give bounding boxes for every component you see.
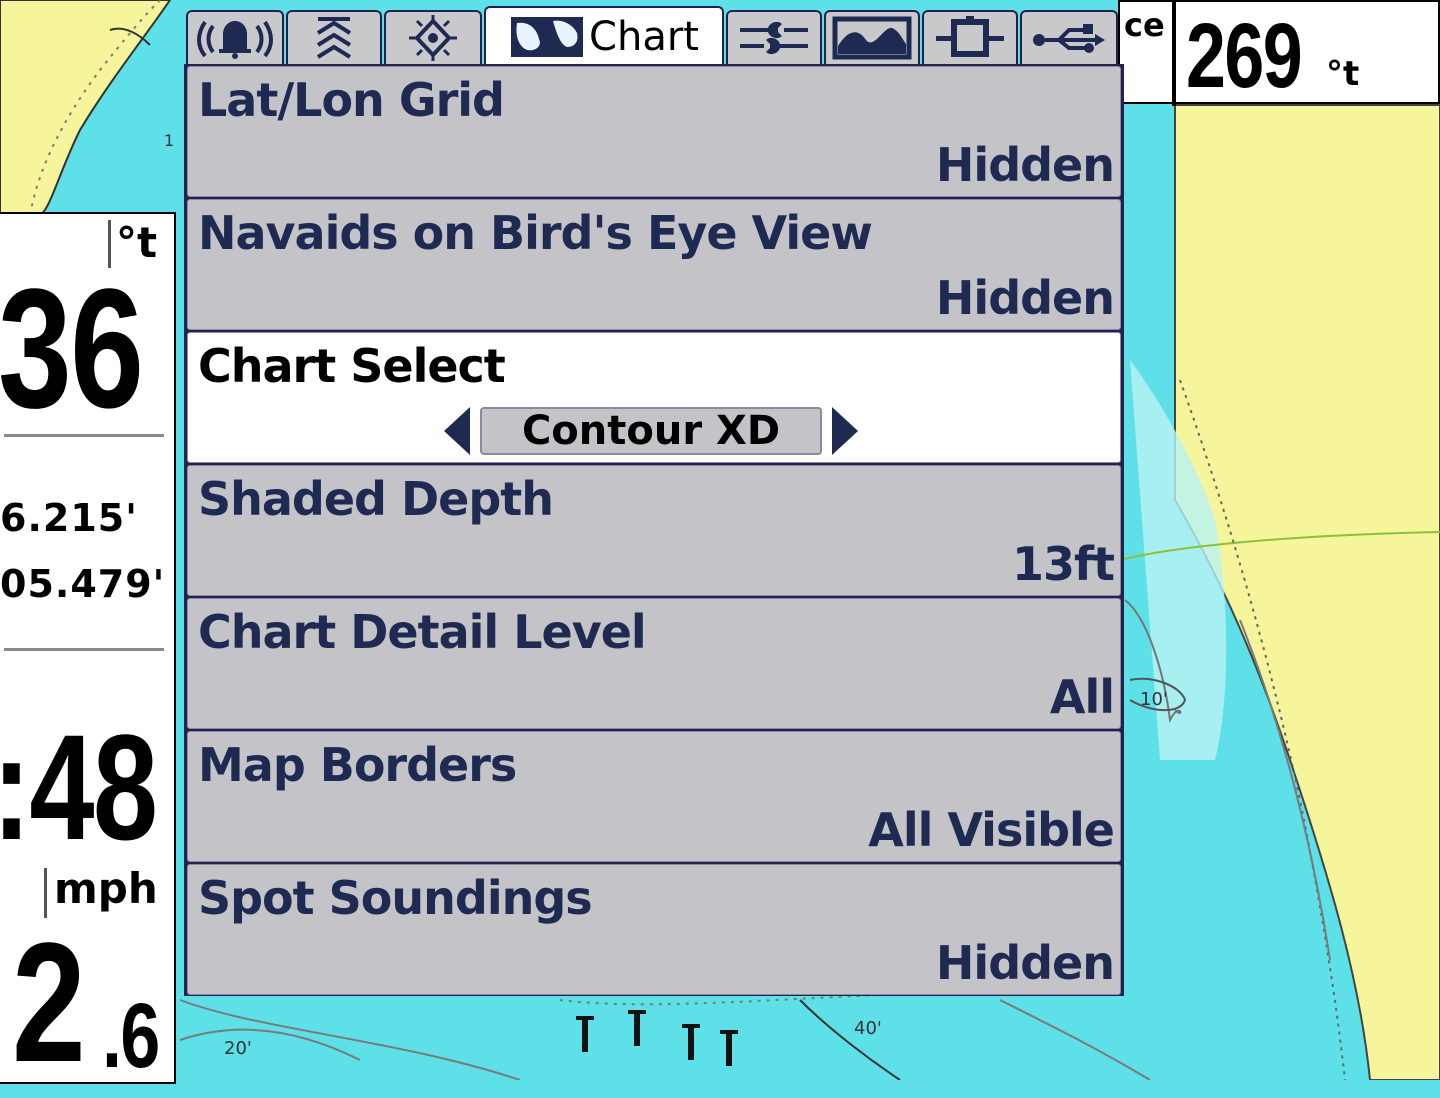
menu-item-shaded-depth[interactable]: Shaded Depth 13ft [187, 465, 1121, 596]
menu-item-value: Hidden [935, 138, 1115, 192]
menu-item-value: Hidden [935, 271, 1115, 325]
depth-label-20: 20' [224, 1038, 252, 1059]
menu-item-value: All [1049, 670, 1115, 724]
longitude-readout: 05.479' [0, 562, 166, 606]
alarms-icon [197, 20, 273, 59]
map-edge-number: 1 [164, 131, 174, 150]
heading-databox: ce 269 °t [1118, 0, 1440, 107]
databox-label-fragment: ce [1124, 6, 1165, 44]
menu-item-label: Chart Select [198, 339, 506, 393]
navigation-icon [409, 15, 457, 61]
menu-item-label: Chart Detail Level [198, 605, 647, 659]
menu-item-chart-select[interactable]: Chart Select Contour XD [187, 332, 1121, 463]
tab-alarms[interactable] [186, 10, 284, 64]
divider [4, 648, 164, 651]
tab-accessories[interactable] [922, 10, 1018, 64]
heading-unit: °t [1326, 54, 1360, 94]
speed-value: :48 [0, 703, 158, 871]
menu-item-spot-soundings[interactable]: Spot Soundings Hidden [187, 864, 1121, 995]
tab-chart[interactable]: Chart [484, 6, 724, 66]
network-icon [1033, 24, 1105, 53]
menu-item-value: Hidden [935, 936, 1115, 990]
right-arrow-icon[interactable] [832, 407, 858, 455]
speed-unit: mph [54, 864, 158, 913]
tab-sonar[interactable] [286, 10, 382, 64]
views-icon [832, 16, 912, 60]
heading-value: 269 [1186, 5, 1303, 107]
menu-item-value: All Visible [868, 803, 1115, 857]
tab-navigation[interactable] [384, 10, 482, 64]
tab-setup[interactable] [726, 10, 822, 64]
left-data-panel: °t 36 6.215' 05.479' :48 mph 2 .6 [0, 212, 176, 1088]
tab-views[interactable] [824, 10, 920, 64]
accessories-icon [936, 16, 1004, 57]
latitude-readout: 6.215' [0, 496, 138, 540]
menu-item-value: 13ft [1011, 537, 1115, 591]
depth-label-40: 40' [854, 1018, 882, 1039]
tab-network[interactable] [1020, 10, 1118, 64]
databox-divider [1172, 2, 1176, 106]
menu-item-map-borders[interactable]: Map Borders All Visible [187, 731, 1121, 862]
menu-item-lat-lon-grid[interactable]: Lat/Lon Grid Hidden [187, 66, 1121, 197]
depth-decimal: .6 [102, 985, 160, 1087]
menu-item-label: Navaids on Bird's Eye View [198, 206, 873, 260]
chart-select-value: Contour XD [480, 407, 822, 455]
heading-value-left: 36 [0, 254, 144, 444]
tab-chart-label: Chart [589, 14, 699, 60]
divider [4, 434, 164, 437]
menu-item-navaids-birds-eye[interactable]: Navaids on Bird's Eye View Hidden [187, 199, 1121, 330]
depth-label-10: 10' [1140, 689, 1168, 710]
setup-icon [740, 21, 808, 55]
menu-item-label: Map Borders [198, 738, 517, 792]
menu-item-label: Spot Soundings [198, 871, 593, 925]
sonar-icon [316, 17, 352, 59]
depth-value: 2 [12, 908, 86, 1098]
left-arrow-icon[interactable] [444, 407, 470, 455]
chart-icon [511, 17, 584, 57]
settings-tab-bar: Chart [184, 4, 1120, 66]
menu-item-chart-detail-level[interactable]: Chart Detail Level All [187, 598, 1121, 729]
chart-settings-menu: Lat/Lon Grid Hidden Navaids on Bird's Ey… [184, 64, 1124, 996]
menu-item-label: Shaded Depth [198, 472, 554, 526]
menu-item-label: Lat/Lon Grid [198, 73, 505, 127]
chart-select-spinner[interactable]: Contour XD [444, 405, 858, 457]
